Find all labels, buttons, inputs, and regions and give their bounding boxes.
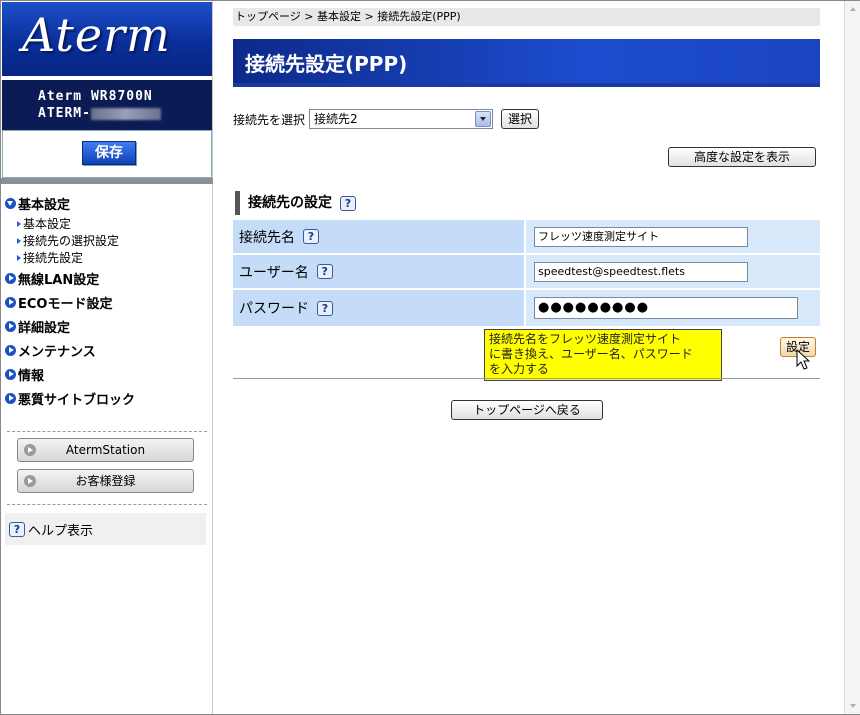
table-row: パスワード ? ●●●●●●●●●: [233, 290, 820, 326]
aterm-station-button[interactable]: AtermStation: [17, 438, 194, 462]
help-icon[interactable]: ?: [303, 229, 319, 244]
model-name: Aterm WR8700N: [38, 89, 153, 104]
chevron-down-icon[interactable]: [475, 111, 492, 127]
dashed-divider: [7, 431, 207, 432]
field-label-cell: 接続先名 ?: [233, 220, 524, 253]
nav-label: 情報: [18, 368, 45, 384]
model-info: Aterm WR8700N ATERM-: [2, 80, 212, 130]
help-link[interactable]: ? ヘルプ表示: [5, 513, 206, 545]
circle-right-icon: [5, 272, 16, 284]
triangle-right-icon: [17, 254, 21, 261]
aterm-logo: Aterm: [22, 8, 171, 62]
password-label: パスワード: [239, 301, 309, 317]
mouse-cursor-icon: [796, 349, 811, 370]
sidebar: Aterm Aterm WR8700N ATERM- 保存 基本設定 基本設定 …: [1, 1, 213, 714]
password-input[interactable]: ●●●●●●●●●: [534, 297, 798, 319]
nav-label: ECOモード設定: [18, 296, 113, 312]
button-label: お客様登録: [75, 474, 136, 488]
nav-sub-label: 接続先設定: [23, 251, 84, 265]
title-bar: 接続先設定(PPP): [233, 39, 820, 87]
triangle-right-icon: [17, 220, 21, 227]
main-content: トップページ > 基本設定 > 接続先設定(PPP) 接続先設定(PPP) 接続…: [214, 1, 844, 714]
circle-right-icon: [5, 320, 16, 332]
page-title: 接続先設定(PPP): [245, 52, 408, 76]
button-label: AtermStation: [65, 443, 146, 457]
nav-advanced[interactable]: 詳細設定: [5, 314, 211, 338]
play-circle-icon: [24, 444, 36, 456]
select-value: 接続先2: [314, 112, 358, 126]
sidebar-nav: 基本設定 基本設定 接続先の選択設定 接続先設定 無線LAN設定 ECOモード設…: [5, 191, 211, 410]
username-label: ユーザー名: [239, 264, 309, 281]
play-circle-icon: [24, 475, 36, 487]
field-label-cell: パスワード ?: [233, 290, 524, 326]
field-value-cell: ●●●●●●●●●: [526, 290, 820, 326]
connection-name-label: 接続先名: [239, 229, 295, 246]
customer-registration-button[interactable]: お客様登録: [17, 469, 194, 493]
circle-right-icon: [5, 392, 16, 404]
nav-sub-connection-select[interactable]: 接続先の選択設定: [5, 232, 211, 249]
circle-down-icon: [5, 197, 16, 209]
nav-sub-connection-settings[interactable]: 接続先設定: [5, 249, 211, 266]
nav-wireless-lan[interactable]: 無線LAN設定: [5, 266, 211, 290]
circle-right-icon: [5, 344, 16, 356]
table-row: ユーザー名 ? speedtest@speedtest.flets: [233, 255, 820, 288]
choose-button[interactable]: 選択: [501, 109, 540, 129]
circle-right-icon: [5, 368, 16, 380]
tooltip-line: を入力する: [489, 362, 550, 376]
section-heading: 接続先の設定 ?: [235, 191, 359, 215]
tooltip-line: 接続先名をフレッツ速度測定サイト: [489, 332, 682, 346]
device-name: ATERM-: [38, 105, 212, 122]
show-advanced-button[interactable]: 高度な設定を表示: [668, 147, 816, 167]
settings-table: 接続先名 ? フレッツ速度測定サイト ユーザー名 ? speedtest@spe…: [233, 220, 820, 328]
nav-basic-settings[interactable]: 基本設定: [5, 191, 211, 215]
save-area: 保存: [2, 130, 212, 178]
device-name-prefix: ATERM-: [38, 106, 91, 121]
divider: [233, 378, 820, 379]
sidebar-divider: [1, 178, 213, 184]
help-icon[interactable]: ?: [340, 195, 356, 211]
back-to-top-button[interactable]: トップページへ戻る: [451, 400, 603, 420]
select-label: 接続先を選択: [233, 112, 306, 127]
help-icon[interactable]: ?: [317, 300, 333, 316]
circle-right-icon: [5, 296, 16, 308]
tooltip-line: に書き換え、ユーザー名、パスワード: [489, 347, 693, 361]
nav-malicious-site-block[interactable]: 悪質サイトブロック: [5, 386, 211, 410]
field-value-cell: speedtest@speedtest.flets: [526, 255, 820, 288]
scroll-up-icon[interactable]: [845, 1, 860, 17]
connection-select[interactable]: 接続先2: [309, 109, 494, 129]
connection-name-input[interactable]: フレッツ速度測定サイト: [534, 226, 748, 247]
nav-eco-mode[interactable]: ECOモード設定: [5, 290, 211, 314]
browser-frame: Aterm Aterm WR8700N ATERM- 保存 基本設定 基本設定 …: [0, 0, 860, 715]
logo-banner: Aterm: [2, 2, 212, 78]
nav-label: 詳細設定: [18, 320, 71, 336]
breadcrumb: トップページ > 基本設定 > 接続先設定(PPP): [233, 8, 820, 26]
field-label-cell: ユーザー名 ?: [233, 255, 524, 288]
nav-label: 基本設定: [18, 197, 71, 213]
help-icon: ?: [9, 521, 25, 537]
nav-sub-label: 接続先の選択設定: [23, 234, 120, 248]
nav-label: メンテナンス: [18, 344, 96, 360]
dashed-divider: [7, 504, 207, 505]
nav-info[interactable]: 情報: [5, 362, 211, 386]
nav-maintenance[interactable]: メンテナンス: [5, 338, 211, 362]
triangle-right-icon: [17, 237, 21, 244]
section-title: 接続先の設定: [248, 195, 332, 211]
instruction-tooltip: 接続先名をフレッツ速度測定サイト に書き換え、ユーザー名、パスワード を入力する: [484, 329, 722, 381]
nav-label: 無線LAN設定: [18, 272, 100, 288]
scroll-down-icon[interactable]: [845, 698, 860, 714]
connection-select-row: 接続先を選択 接続先2 選択: [233, 109, 540, 129]
masked-serial: [90, 107, 161, 120]
help-label: ヘルプ表示: [28, 523, 94, 539]
nav-label: 悪質サイトブロック: [18, 392, 136, 408]
help-icon[interactable]: ?: [316, 264, 333, 279]
table-row: 接続先名 ? フレッツ速度測定サイト: [233, 220, 820, 253]
save-button[interactable]: 保存: [82, 141, 136, 165]
username-input[interactable]: speedtest@speedtest.flets: [534, 261, 748, 282]
field-value-cell: フレッツ速度測定サイト: [526, 220, 820, 253]
nav-sub-basic[interactable]: 基本設定: [5, 215, 211, 232]
nav-sub-label: 基本設定: [23, 217, 72, 231]
vertical-scrollbar[interactable]: [844, 1, 860, 714]
